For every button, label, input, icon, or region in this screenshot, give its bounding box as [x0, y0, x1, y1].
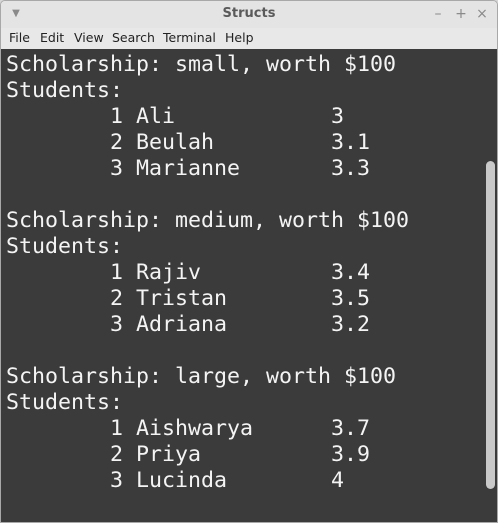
terminal-line: 2 Tristan 3.5: [6, 286, 371, 311]
terminal-line: 1 Rajiv 3.4: [6, 260, 371, 285]
terminal-line: Scholarship: small, worth $100: [6, 52, 397, 77]
terminal-output[interactable]: Scholarship: small, worth $100 Students:…: [1, 49, 483, 522]
terminal-line: Scholarship: medium, worth $100: [6, 208, 410, 233]
menu-terminal[interactable]: Terminal: [163, 30, 216, 45]
terminal-window: ▼ Structs – + × File Edit View Search Te…: [0, 0, 498, 523]
minimize-icon[interactable]: –: [429, 5, 447, 23]
terminal-line: Students:: [6, 234, 124, 259]
menu-file[interactable]: File: [9, 30, 30, 45]
terminal-line: Students:: [6, 390, 124, 415]
terminal-line: 1 Aishwarya 3.7: [6, 416, 371, 441]
terminal-line: 2 Priya 3.9: [6, 442, 371, 467]
terminal-line: 3 Marianne 3.3: [6, 156, 371, 181]
maximize-icon[interactable]: +: [452, 5, 470, 23]
terminal-line: 1 Ali 3: [6, 104, 345, 129]
terminal-line: 3 Adriana 3.2: [6, 312, 371, 337]
close-icon[interactable]: ×: [473, 5, 491, 23]
scrollbar-thumb[interactable]: [486, 161, 495, 489]
menu-help[interactable]: Help: [225, 30, 254, 45]
title-bar[interactable]: ▼ Structs – + ×: [1, 1, 497, 28]
menu-view[interactable]: View: [74, 30, 104, 45]
terminal-line: 3 Lucinda 4: [6, 468, 345, 493]
menu-search[interactable]: Search: [112, 30, 155, 45]
menu-bar: File Edit View Search Terminal Help: [1, 28, 497, 49]
terminal-line: Scholarship: large, worth $100: [6, 364, 397, 389]
menu-edit[interactable]: Edit: [40, 30, 64, 45]
terminal-line: 2 Beulah 3.1: [6, 130, 371, 155]
scrollbar[interactable]: [483, 49, 497, 522]
terminal-line: Students:: [6, 78, 124, 103]
window-title: Structs: [222, 6, 276, 21]
